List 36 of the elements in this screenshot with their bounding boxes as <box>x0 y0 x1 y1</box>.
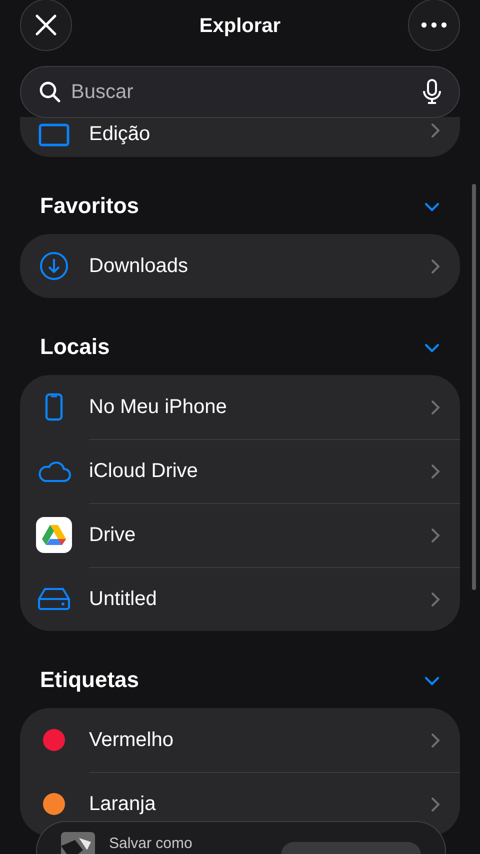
list-item[interactable]: Downloads <box>20 234 460 298</box>
cloud-icon <box>37 459 71 483</box>
section-title: Etiquetas <box>40 669 140 691</box>
list-item[interactable]: Vermelho <box>20 708 460 772</box>
chevron-icon <box>431 732 440 748</box>
more-button[interactable] <box>408 0 460 51</box>
download-icon <box>39 251 69 281</box>
list-item[interactable]: No Meu iPhone <box>20 375 460 439</box>
chevron-down-icon[interactable] <box>424 202 440 212</box>
chevron-icon <box>431 797 440 812</box>
chevron-icon <box>431 528 440 543</box>
list-item[interactable]: Drive <box>20 503 460 567</box>
search-field[interactable]: Buscar <box>20 66 460 118</box>
more-icon <box>421 22 447 28</box>
chevron-icon <box>431 592 440 607</box>
chevron-down-icon[interactable] <box>424 343 440 353</box>
section-title: Favoritos <box>40 195 140 217</box>
close-icon <box>35 14 57 36</box>
list-item[interactable]: Edição <box>20 117 460 157</box>
page-title: Explorar <box>199 14 281 38</box>
section-title: Locais <box>40 336 110 358</box>
chevron-down-icon[interactable] <box>424 676 440 686</box>
microphone-icon[interactable] <box>423 79 441 105</box>
search-icon <box>39 81 61 103</box>
folder-icon <box>38 123 70 147</box>
list-item[interactable]: Untitled <box>20 567 460 631</box>
phone-icon <box>45 393 63 421</box>
sheet-title: Salvar como <box>109 835 192 852</box>
chevron-icon <box>431 464 440 479</box>
drive-app-icon <box>36 517 72 553</box>
list-item[interactable]: iCloud Drive <box>20 439 460 503</box>
search-input[interactable]: Buscar <box>71 80 413 104</box>
close-button[interactable] <box>20 0 72 51</box>
chevron-icon <box>431 258 440 274</box>
chevron-icon <box>431 123 440 138</box>
chevron-icon <box>431 400 440 414</box>
